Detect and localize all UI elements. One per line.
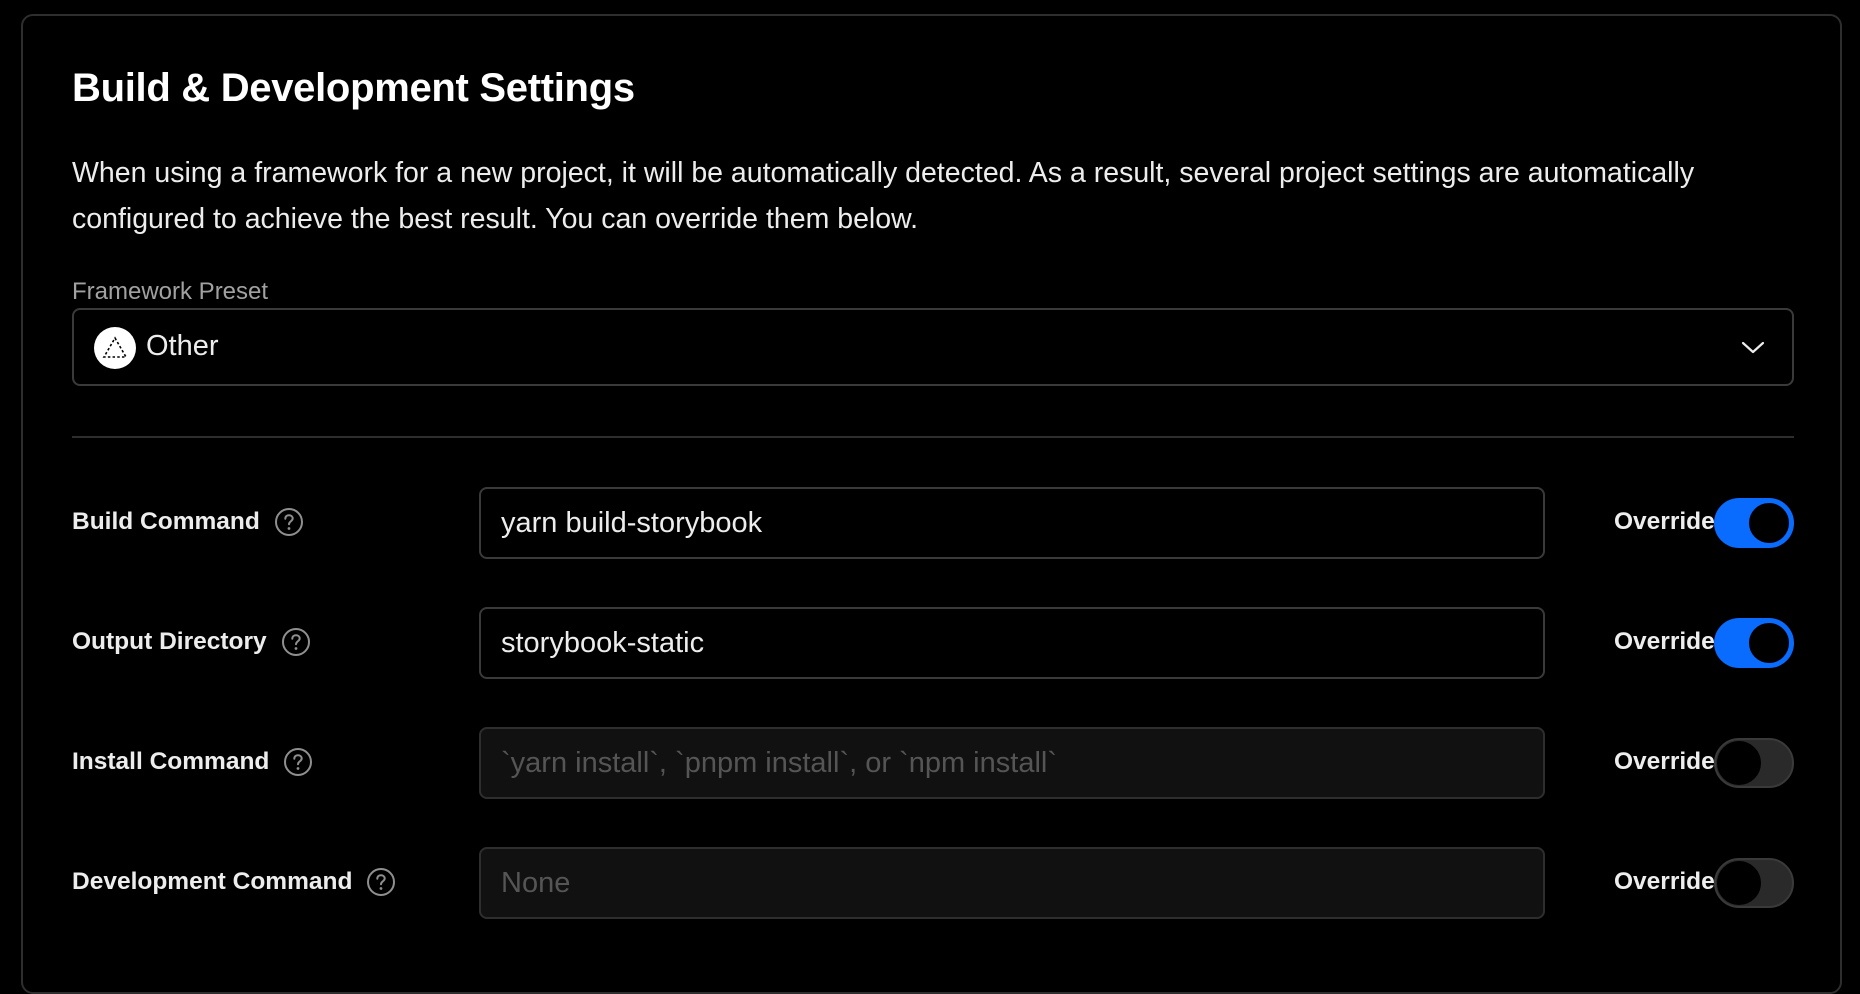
section-title: Build & Development Settings bbox=[72, 66, 635, 110]
development-command-label: Development Command bbox=[72, 868, 353, 895]
output-directory-override-label: Override bbox=[1614, 628, 1715, 655]
development-command-override-label: Override bbox=[1614, 868, 1715, 895]
framework-preset-value: Other bbox=[146, 330, 219, 362]
install-command-override-label: Override bbox=[1614, 748, 1715, 775]
build-command-input[interactable] bbox=[479, 487, 1545, 559]
build-settings-card: Build & Development Settings When using … bbox=[21, 14, 1842, 994]
toggle-knob bbox=[1747, 621, 1791, 665]
output-directory-label: Output Directory bbox=[72, 628, 267, 655]
help-icon[interactable] bbox=[283, 747, 313, 777]
framework-preset-label: Framework Preset bbox=[72, 278, 269, 305]
help-icon[interactable] bbox=[274, 507, 304, 537]
build-command-override-toggle[interactable] bbox=[1714, 498, 1794, 548]
toggle-knob bbox=[1717, 861, 1761, 905]
build-command-row: Build Command Override bbox=[72, 487, 1794, 559]
output-directory-input[interactable] bbox=[479, 607, 1545, 679]
help-icon[interactable] bbox=[281, 627, 311, 657]
help-icon[interactable] bbox=[366, 867, 396, 897]
development-command-row: Development Command Override bbox=[72, 847, 1794, 919]
install-command-label: Install Command bbox=[72, 748, 270, 775]
development-command-input[interactable] bbox=[479, 847, 1545, 919]
toggle-knob bbox=[1717, 741, 1761, 785]
install-command-input[interactable] bbox=[479, 727, 1545, 799]
build-command-override-label: Override bbox=[1614, 508, 1715, 535]
output-directory-row: Output Directory Override bbox=[72, 607, 1794, 679]
chevron-down-icon bbox=[1740, 336, 1766, 358]
toggle-knob bbox=[1747, 501, 1791, 545]
install-command-row: Install Command Override bbox=[72, 727, 1794, 799]
framework-other-icon bbox=[94, 327, 136, 369]
build-command-label: Build Command bbox=[72, 508, 260, 535]
section-divider bbox=[72, 436, 1794, 438]
development-command-override-toggle[interactable] bbox=[1714, 858, 1794, 908]
output-directory-override-toggle[interactable] bbox=[1714, 618, 1794, 668]
framework-preset-select[interactable]: Other bbox=[72, 308, 1794, 386]
install-command-override-toggle[interactable] bbox=[1714, 738, 1794, 788]
section-description: When using a framework for a new project… bbox=[72, 157, 1695, 235]
